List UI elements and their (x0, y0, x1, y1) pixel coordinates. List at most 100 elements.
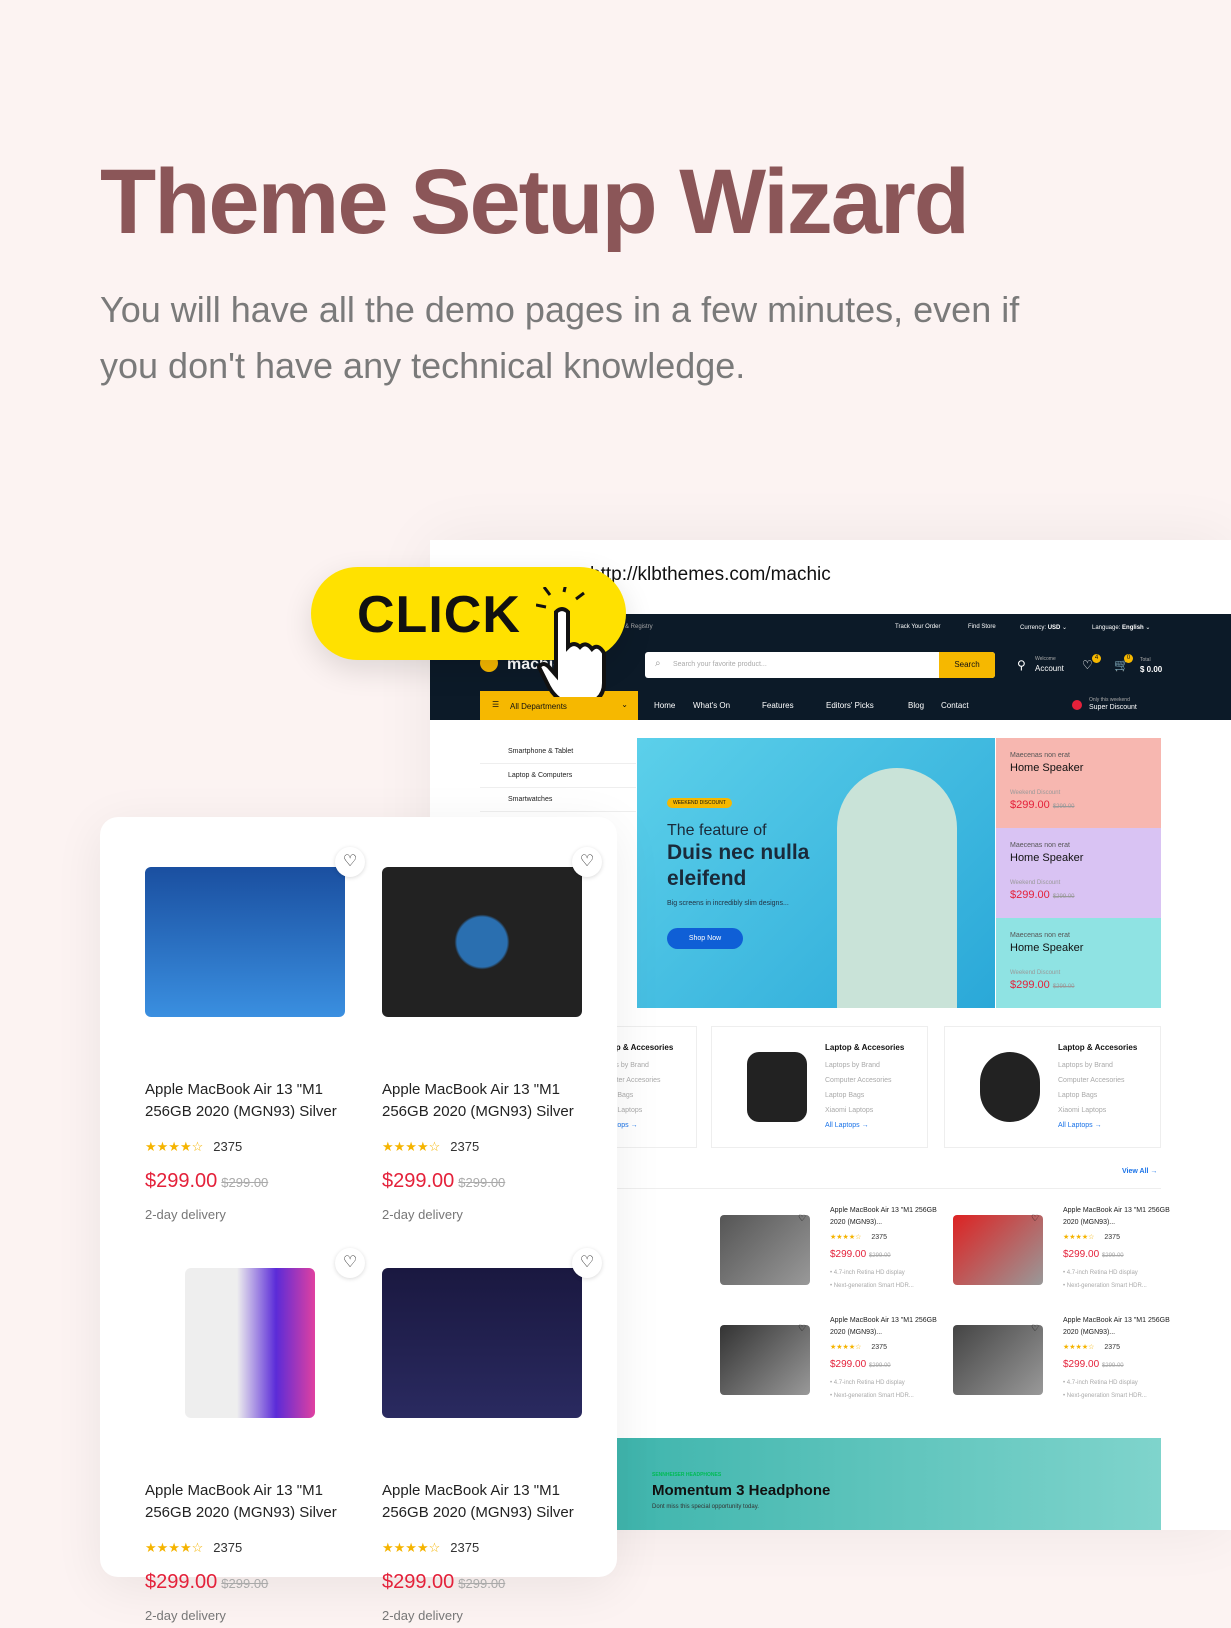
product-price: $299.00 $299.00 (1063, 1359, 1124, 1370)
product-price: $299.00 $299.00 (145, 1571, 269, 1593)
product-name[interactable]: Apple MacBook Air 13 "M1 256GB 2020 (MGN… (1063, 1205, 1173, 1229)
product-card[interactable]: ♡ Apple MacBook Air 13 "M1 256GB 2020 (M… (145, 1248, 365, 1628)
promo-price: $299.00 $299.00 (1010, 889, 1075, 901)
shop-now-button[interactable]: Shop Now (667, 928, 743, 949)
category-link[interactable]: Laptops by Brand (1058, 1062, 1113, 1069)
search-placeholder: Search your favorite product... (673, 661, 767, 668)
product-feature: • 4.7-inch Retina HD display (830, 1270, 905, 1276)
promo-title: Home Speaker (1010, 852, 1084, 864)
chevron-down-icon: ⌄ (621, 700, 628, 709)
heart-icon[interactable]: ♡ (798, 1213, 806, 1224)
track-order-link[interactable]: Track Your Order (895, 624, 940, 630)
nav-home[interactable]: Home (654, 701, 675, 710)
product-name[interactable]: Apple MacBook Air 13 "M1 256GB 2020 (MGN… (145, 1079, 365, 1123)
product-feature: • Next-generation Smart HDR... (830, 1283, 914, 1289)
product-name[interactable]: Apple MacBook Air 13 "M1 256GB 2020 (MGN… (1063, 1315, 1173, 1339)
product-item[interactable]: ♡ Apple MacBook Air 13 "M1 256GB 2020 (M… (953, 1315, 1183, 1415)
heart-icon[interactable]: ♡ (1031, 1323, 1039, 1334)
promo-title: Home Speaker (1010, 942, 1084, 954)
category-image (747, 1052, 807, 1122)
category-title: Laptop & Accesories (1058, 1043, 1138, 1052)
rating-stars: ★★★★☆ 2375 (1063, 1234, 1120, 1241)
nav-contact[interactable]: Contact (941, 701, 969, 710)
heart-icon[interactable]: ♡ (1031, 1213, 1039, 1224)
delivery-info: 2-day delivery (382, 1207, 463, 1222)
category-link[interactable]: Laptop Bags (825, 1092, 864, 1099)
sidebar-item-smartwatches[interactable]: Smartwatches (480, 788, 636, 812)
category-link[interactable]: Xiaomi Laptops (825, 1107, 873, 1114)
promo-small: Maecenas non erat (1010, 752, 1070, 759)
hero-title: Duis nec nulla eleifend (667, 841, 810, 890)
promo-banner[interactable]: SENNHEISER HEADPHONES Momentum 3 Headpho… (617, 1438, 1161, 1530)
rating-stars: ★★★★☆ 2375 (145, 1540, 243, 1555)
discount-icon (1072, 700, 1082, 710)
rating-stars: ★★★★☆ 2375 (1063, 1344, 1120, 1351)
heart-icon[interactable]: ♡ (335, 1248, 365, 1278)
category-link[interactable]: Laptops by Brand (825, 1062, 880, 1069)
promo-tile[interactable]: Maecenas non erat Home Speaker Weekend D… (996, 828, 1161, 918)
category-card[interactable]: Laptop & Accesories Laptops by Brand Comp… (944, 1026, 1161, 1148)
nav-editors-picks[interactable]: Editors' Picks (826, 701, 874, 710)
nav-features[interactable]: Features (762, 701, 794, 710)
registry-link[interactable]: & Registry (625, 624, 653, 630)
promo-tile[interactable]: Maecenas non erat Home Speaker Weekend D… (996, 918, 1161, 1008)
sidebar-item-laptop[interactable]: Laptop & Computers (480, 764, 636, 788)
heart-icon[interactable]: ♡ (335, 847, 365, 877)
account-link[interactable]: Account (1035, 664, 1064, 673)
all-laptops-link[interactable]: All Laptops → (825, 1122, 869, 1129)
cart-count: 0 (1124, 654, 1133, 663)
product-card-panel: ♡ Apple MacBook Air 13 "M1 256GB 2020 (M… (100, 817, 617, 1623)
product-item[interactable]: ♡ Apple MacBook Air 13 "M1 256GB 2020 (M… (720, 1315, 950, 1415)
heart-icon[interactable]: ♡ (572, 847, 602, 877)
product-card[interactable]: ♡ Apple MacBook Air 13 "M1 256GB 2020 (M… (145, 847, 365, 1227)
category-card[interactable]: Laptop & Accesories Laptops by Brand Comp… (711, 1026, 928, 1148)
product-feature: • 4.7-inch Retina HD display (830, 1380, 905, 1386)
promo-tag: Weekend Discount (1010, 880, 1061, 886)
search-button[interactable]: Search (939, 652, 995, 678)
promo-title: Home Speaker (1010, 762, 1084, 774)
product-feature: • Next-generation Smart HDR... (830, 1393, 914, 1399)
product-image (185, 1268, 315, 1418)
heart-icon[interactable]: ♡ (1082, 658, 1093, 672)
product-price: $299.00 $299.00 (830, 1359, 891, 1370)
product-item[interactable]: ♡ Apple MacBook Air 13 "M1 256GB 2020 (M… (720, 1205, 950, 1305)
search-input[interactable]: ⌕ Search your favorite product... Search (645, 652, 995, 678)
page-title: Theme Setup Wizard (100, 151, 970, 253)
product-image (953, 1325, 1043, 1395)
url-bar[interactable]: http://klbthemes.com/machic (590, 564, 831, 586)
rating-stars: ★★★★☆ 2375 (830, 1234, 887, 1241)
product-name[interactable]: Apple MacBook Air 13 "M1 256GB 2020 (MGN… (830, 1315, 940, 1339)
product-card[interactable]: ♡ Apple MacBook Air 13 "M1 256GB 2020 (M… (382, 847, 602, 1227)
product-card[interactable]: ♡ Apple MacBook Air 13 "M1 256GB 2020 (M… (382, 1248, 602, 1628)
product-name[interactable]: Apple MacBook Air 13 "M1 256GB 2020 (MGN… (382, 1480, 602, 1524)
sidebar-item-smartphone[interactable]: Smartphone & Tablet (480, 740, 636, 764)
promo-price: $299.00 $299.00 (1010, 799, 1075, 811)
language-label: Language: (1092, 625, 1121, 631)
product-name[interactable]: Apple MacBook Air 13 "M1 256GB 2020 (MGN… (830, 1205, 940, 1229)
language-select[interactable]: Language: English ⌄ (1092, 624, 1150, 631)
nav-whats-on[interactable]: What's On (693, 701, 730, 710)
promo-tile[interactable]: Maecenas non erat Home Speaker Weekend D… (996, 738, 1161, 828)
product-image (953, 1215, 1043, 1285)
super-discount-link[interactable]: Super Discount (1089, 704, 1137, 711)
click-button[interactable]: CLICK (311, 567, 626, 697)
category-link[interactable]: Computer Accesories (825, 1077, 892, 1084)
product-name[interactable]: Apple MacBook Air 13 "M1 256GB 2020 (MGN… (145, 1480, 365, 1524)
category-link[interactable]: Xiaomi Laptops (1058, 1107, 1106, 1114)
divider (617, 1188, 1161, 1189)
heart-icon[interactable]: ♡ (798, 1323, 806, 1334)
departments-label: All Departments (510, 702, 567, 711)
category-link[interactable]: Computer Accesories (1058, 1077, 1125, 1084)
banner-desc: Dont miss this special opportunity today… (652, 1504, 759, 1510)
nav-blog[interactable]: Blog (908, 701, 924, 710)
currency-select[interactable]: Currency: USD ⌄ (1020, 624, 1067, 631)
all-laptops-link[interactable]: All Laptops → (1058, 1122, 1102, 1129)
find-store-link[interactable]: Find Store (968, 624, 996, 630)
promo-tag: Weekend Discount (1010, 970, 1061, 976)
product-name[interactable]: Apple MacBook Air 13 "M1 256GB 2020 (MGN… (382, 1079, 602, 1123)
heart-icon[interactable]: ♡ (572, 1248, 602, 1278)
category-link[interactable]: Laptop Bags (1058, 1092, 1097, 1099)
product-feature: • 4.7-inch Retina HD display (1063, 1270, 1138, 1276)
view-all-link[interactable]: View All → (1122, 1168, 1157, 1175)
product-item[interactable]: ♡ Apple MacBook Air 13 "M1 256GB 2020 (M… (953, 1205, 1183, 1305)
